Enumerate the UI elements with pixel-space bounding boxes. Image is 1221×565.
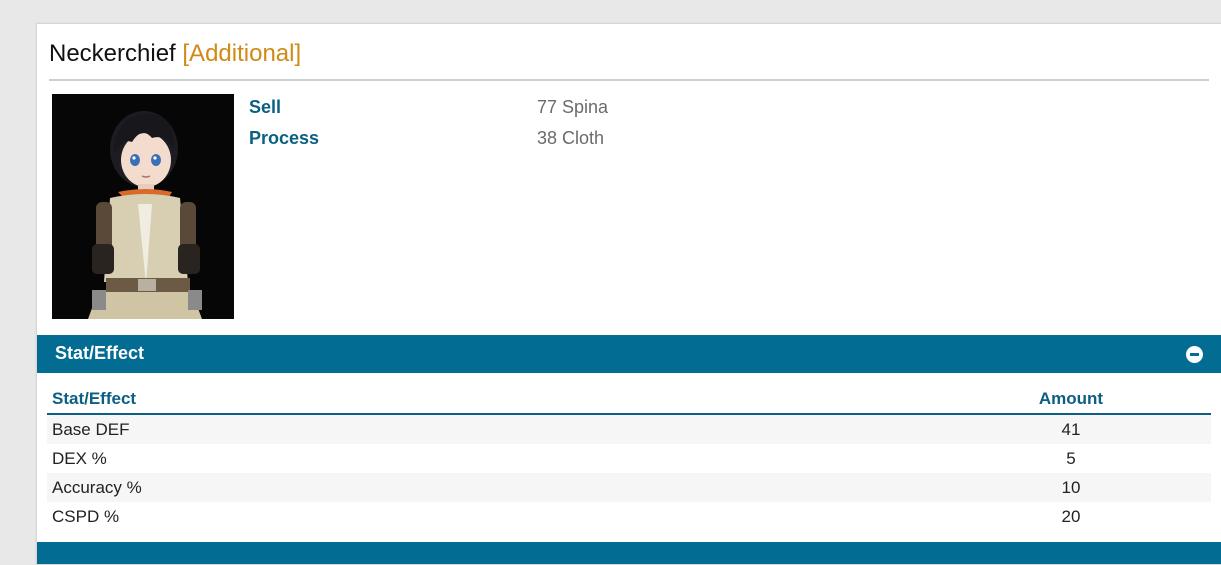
stat-name: Base DEF [47, 414, 931, 444]
stat-name: CSPD % [52, 506, 120, 526]
process-value: 38 Cloth [537, 128, 605, 148]
table-row: DEX % 5 [47, 444, 1211, 473]
table-header-row: Stat/Effect Amount [47, 383, 1211, 415]
sell-label: Sell [249, 97, 282, 117]
item-title-row: Neckerchief [Additional] [49, 39, 1209, 81]
item-name: Neckerchief [49, 40, 176, 67]
column-header-amount: Amount [931, 383, 1211, 415]
stat-amount: 41 [931, 414, 1211, 444]
table-row: Accuracy % 10 [47, 473, 1211, 502]
character-image [52, 94, 234, 319]
stat-name: Accuracy % [47, 473, 931, 502]
minus-circle-icon[interactable] [1186, 346, 1203, 363]
item-tag: [Additional] [182, 40, 302, 67]
stat-effect-section-header[interactable]: Stat/Effect [37, 335, 1221, 373]
next-section-header[interactable] [37, 542, 1221, 564]
item-card: Neckerchief [Additional] Sell 77 Spina P… [36, 23, 1221, 565]
table-row: CSPD % 20 [47, 502, 1211, 531]
item-portrait [52, 94, 234, 319]
stat-amount: 5 [1066, 448, 1076, 468]
stat-amount: 10 [931, 473, 1211, 502]
stat-table: Stat/Effect Amount Base DEF 41 DEX % 5 A… [47, 383, 1211, 531]
process-label: Process [249, 128, 320, 148]
stat-name: DEX % [52, 448, 107, 468]
table-row: Base DEF 41 [47, 414, 1211, 444]
section-title: Stat/Effect [55, 343, 145, 363]
sell-value: 77 Spina [537, 97, 609, 117]
item-title: Neckerchief [Additional] [49, 39, 1209, 69]
column-header-stat: Stat/Effect [47, 383, 931, 415]
stat-amount: 20 [1061, 506, 1081, 526]
